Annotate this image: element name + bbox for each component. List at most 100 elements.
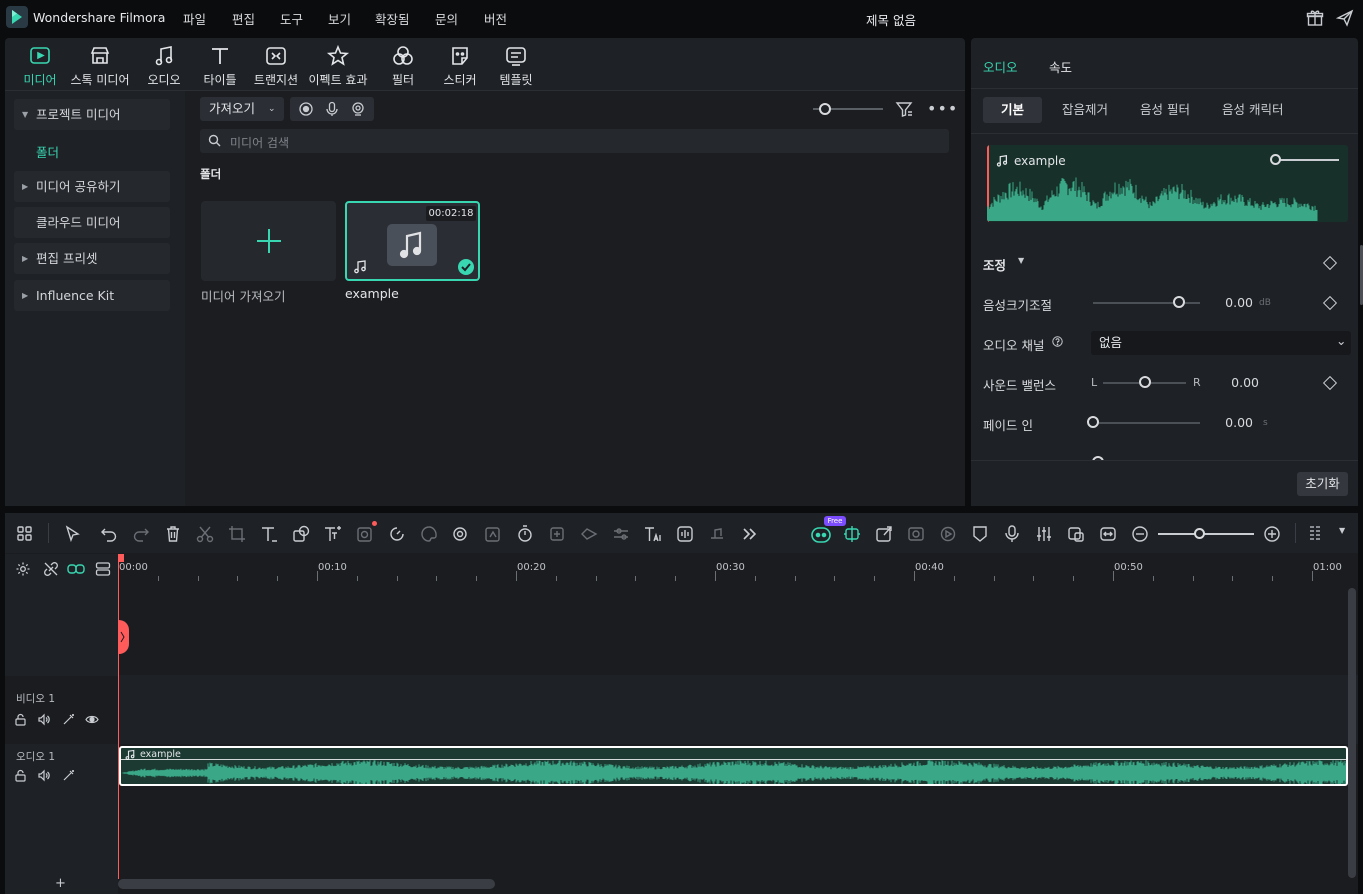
menu-edit[interactable]: 편집 bbox=[232, 9, 255, 28]
subtab-denoise[interactable]: 잡음제거 bbox=[1044, 97, 1126, 123]
subtab-basic[interactable]: 기본 bbox=[983, 97, 1043, 123]
tab-effects[interactable]: 이펙트 효과 bbox=[303, 44, 373, 88]
audio-channel-select[interactable]: 없음 ⌄ bbox=[1091, 331, 1351, 355]
track-layout-icon[interactable] bbox=[1305, 524, 1325, 544]
lock-open-icon[interactable] bbox=[14, 713, 27, 726]
add-track-button[interactable]: + bbox=[55, 876, 66, 891]
keyframe-diamond-icon[interactable] bbox=[1322, 255, 1338, 271]
fade-in-value[interactable]: 0.00 bbox=[1203, 415, 1253, 430]
audio-mixer-icon[interactable] bbox=[1034, 524, 1054, 544]
voiceover-mic-icon[interactable] bbox=[1002, 524, 1022, 544]
ai-image-icon[interactable] bbox=[355, 521, 377, 544]
more-options-icon[interactable]: ••• bbox=[927, 99, 958, 118]
eye-visible-icon[interactable] bbox=[85, 713, 99, 726]
zoom-slider[interactable] bbox=[1158, 533, 1254, 535]
preview-volume-knob[interactable] bbox=[1270, 154, 1281, 165]
fade-in-slider[interactable] bbox=[1093, 422, 1200, 424]
menu-view[interactable]: 보기 bbox=[328, 9, 351, 28]
record-screen-icon[interactable] bbox=[298, 101, 314, 117]
help-circle-icon[interactable] bbox=[1052, 336, 1063, 347]
marker-shield-icon[interactable] bbox=[970, 524, 990, 544]
lock-open-icon[interactable] bbox=[14, 769, 27, 782]
zoom-in-icon[interactable] bbox=[1262, 524, 1282, 544]
text-tool-icon[interactable] bbox=[259, 524, 279, 544]
cut-scissors-icon[interactable] bbox=[195, 524, 215, 544]
balance-value[interactable]: 0.00 bbox=[1209, 375, 1259, 390]
subtab-voice-character[interactable]: 음성 캐릭터 bbox=[1204, 97, 1301, 123]
ai-text-icon[interactable] bbox=[323, 524, 343, 544]
export-share-icon[interactable] bbox=[874, 524, 894, 544]
zoom-knob[interactable] bbox=[1194, 528, 1205, 539]
audio-waveform-icon[interactable] bbox=[675, 524, 695, 544]
magic-wand-icon[interactable] bbox=[62, 769, 75, 782]
crop-icon[interactable] bbox=[227, 524, 247, 544]
mask-shapes-icon[interactable] bbox=[291, 524, 311, 544]
reset-button[interactable]: 초기화 bbox=[1297, 472, 1348, 496]
undo-icon[interactable] bbox=[99, 524, 119, 544]
link-toggle-icon[interactable] bbox=[67, 561, 85, 577]
speaker-icon[interactable] bbox=[37, 769, 50, 782]
time-ruler[interactable]: 00:00 00:10 00:20 00:30 00:40 00:50 01:00 bbox=[118, 554, 1358, 588]
menu-file[interactable]: 파일 bbox=[183, 9, 206, 28]
menu-version[interactable]: 버전 bbox=[484, 9, 507, 28]
tab-templates[interactable]: 템플릿 bbox=[481, 44, 551, 88]
filter-funnel-icon[interactable] bbox=[895, 100, 913, 118]
fade-in-knob[interactable] bbox=[1087, 416, 1099, 428]
ai-smart-cutout-icon[interactable] bbox=[483, 524, 503, 544]
volume-knob[interactable] bbox=[1172, 296, 1185, 308]
ai-title-icon[interactable] bbox=[643, 524, 663, 544]
menu-extensions[interactable]: 확장됨 bbox=[375, 9, 410, 28]
import-dropdown[interactable]: 가져오기 ⌄ bbox=[200, 97, 284, 121]
audio-stretch-icon[interactable] bbox=[707, 524, 727, 544]
sidebar-item-cloud-media[interactable]: 클라우드 미디어 bbox=[14, 207, 170, 238]
sidebar-item-shared-media[interactable]: ▶ 미디어 공유하기 bbox=[14, 171, 170, 202]
ai-copilot-icon[interactable]: Free bbox=[810, 516, 846, 544]
dropdown-arrow-icon[interactable]: ▼ bbox=[1339, 526, 1345, 535]
timer-icon[interactable] bbox=[515, 524, 535, 544]
playhead-line[interactable] bbox=[118, 554, 119, 879]
send-feedback-icon[interactable] bbox=[1336, 9, 1354, 27]
ai-portrait-icon[interactable] bbox=[451, 524, 471, 544]
auto-reframe-icon[interactable] bbox=[938, 524, 958, 544]
subtab-voice-filter[interactable]: 음성 필터 bbox=[1122, 97, 1208, 123]
gift-icon[interactable] bbox=[1306, 9, 1324, 27]
speaker-icon[interactable] bbox=[37, 713, 50, 726]
menu-tools[interactable]: 도구 bbox=[280, 9, 303, 28]
search-input[interactable]: 미디어 검색 bbox=[200, 129, 949, 153]
settings-gear-icon[interactable] bbox=[15, 561, 31, 577]
speed-ramp-icon[interactable] bbox=[387, 524, 407, 544]
track-manage-icon[interactable] bbox=[95, 561, 111, 577]
sidebar-item-influence-kit[interactable]: ▶ Influence Kit bbox=[14, 280, 170, 311]
fit-timeline-icon[interactable] bbox=[1098, 524, 1118, 544]
more-chevrons-icon[interactable] bbox=[739, 524, 759, 544]
playhead-handle[interactable] bbox=[118, 554, 124, 562]
sidebar-item-edit-presets[interactable]: ▶ 편집 프리셋 bbox=[14, 243, 170, 274]
unlink-icon[interactable] bbox=[43, 561, 59, 577]
tab-transitions[interactable]: 트랜지션 bbox=[241, 44, 311, 88]
microphone-icon[interactable] bbox=[324, 101, 340, 117]
adjust-sliders-icon[interactable] bbox=[611, 524, 631, 544]
tab-stock-media[interactable]: 스톡 미디어 bbox=[65, 44, 135, 88]
replace-media-icon[interactable] bbox=[1066, 524, 1086, 544]
select-cursor-icon[interactable] bbox=[63, 524, 83, 544]
media-clip-tile[interactable]: 00:02:18 bbox=[345, 201, 480, 281]
scene-detect-icon[interactable] bbox=[842, 524, 862, 544]
magic-wand-icon[interactable] bbox=[62, 713, 75, 726]
keyframe-diamond-icon[interactable] bbox=[1322, 295, 1338, 311]
snapshot-icon[interactable] bbox=[906, 524, 926, 544]
audio-clip[interactable]: example bbox=[119, 746, 1348, 786]
balance-knob[interactable] bbox=[1138, 376, 1151, 388]
import-media-tile[interactable] bbox=[201, 201, 336, 281]
vertical-scrollbar[interactable] bbox=[1348, 588, 1356, 878]
horizontal-scrollbar[interactable] bbox=[118, 879, 495, 889]
sidebar-item-folder[interactable]: 폴더 bbox=[36, 142, 59, 161]
volume-value[interactable]: 0.00 bbox=[1203, 295, 1253, 310]
layout-grid-icon[interactable] bbox=[15, 524, 35, 544]
video-track-lane[interactable] bbox=[118, 675, 1358, 744]
motion-track-icon[interactable] bbox=[579, 524, 599, 544]
menu-help[interactable]: 문의 bbox=[435, 9, 458, 28]
redo-icon[interactable] bbox=[131, 524, 151, 544]
zoom-out-icon[interactable] bbox=[1130, 524, 1150, 544]
thumbnail-size-knob[interactable] bbox=[819, 103, 831, 115]
collapse-triangle-icon[interactable]: ▼ bbox=[1018, 256, 1024, 265]
